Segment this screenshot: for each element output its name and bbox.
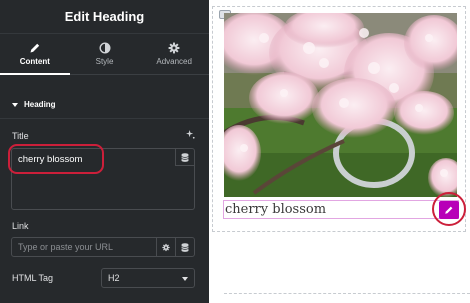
tab-content[interactable]: Content: [0, 34, 70, 75]
gear-icon: [162, 243, 170, 251]
pencil-icon: [30, 43, 40, 53]
html-tag-select[interactable]: H2: [101, 268, 195, 288]
title-textarea-value: cherry blossom: [18, 154, 83, 165]
tab-style[interactable]: Style: [70, 34, 140, 74]
database-icon: [181, 242, 189, 252]
panel-header: Edit Heading: [0, 0, 209, 34]
caret-down-icon: [12, 102, 18, 107]
database-icon: [181, 152, 189, 162]
link-input[interactable]: Type or paste your URL: [11, 237, 195, 257]
title-textarea[interactable]: cherry blossom: [11, 148, 195, 210]
chevron-down-icon: [182, 277, 188, 281]
pencil-icon: [445, 206, 453, 214]
next-section-outline: [224, 293, 470, 294]
tab-advanced[interactable]: Advanced: [139, 34, 209, 74]
heading-widget[interactable]: cherry blossom: [223, 200, 459, 219]
link-placeholder: Type or paste your URL: [18, 242, 114, 252]
html-tag-label: HTML Tag: [12, 273, 54, 283]
section-divider: [0, 118, 209, 119]
cherry-blossom-photo: [224, 13, 457, 197]
html-tag-value: H2: [108, 273, 120, 283]
cherry-blossom-image[interactable]: [224, 13, 457, 197]
title-field-label: Title: [12, 131, 29, 141]
section-heading-label: Heading: [24, 100, 56, 109]
link-dynamic-tags-button[interactable]: [175, 238, 194, 256]
sparkle-icon[interactable]: [186, 130, 195, 139]
panel-title: Edit Heading: [64, 9, 145, 24]
link-field-label: Link: [12, 221, 29, 231]
section-heading-toggle[interactable]: Heading: [12, 100, 56, 109]
half-circle-icon: [98, 42, 111, 54]
editor-panel: Edit Heading Content Style Advanced Head…: [0, 0, 209, 303]
tab-content-label: Content: [19, 57, 50, 66]
link-options-button[interactable]: [156, 238, 175, 256]
edit-widget-button[interactable]: [439, 201, 459, 219]
tab-advanced-label: Advanced: [156, 57, 192, 66]
panel-tabs: Content Style Advanced: [0, 34, 209, 75]
title-dynamic-tags-button[interactable]: [175, 149, 194, 166]
tab-style-label: Style: [95, 57, 114, 66]
heading-text: cherry blossom: [225, 202, 327, 217]
gear-icon: [168, 42, 180, 54]
